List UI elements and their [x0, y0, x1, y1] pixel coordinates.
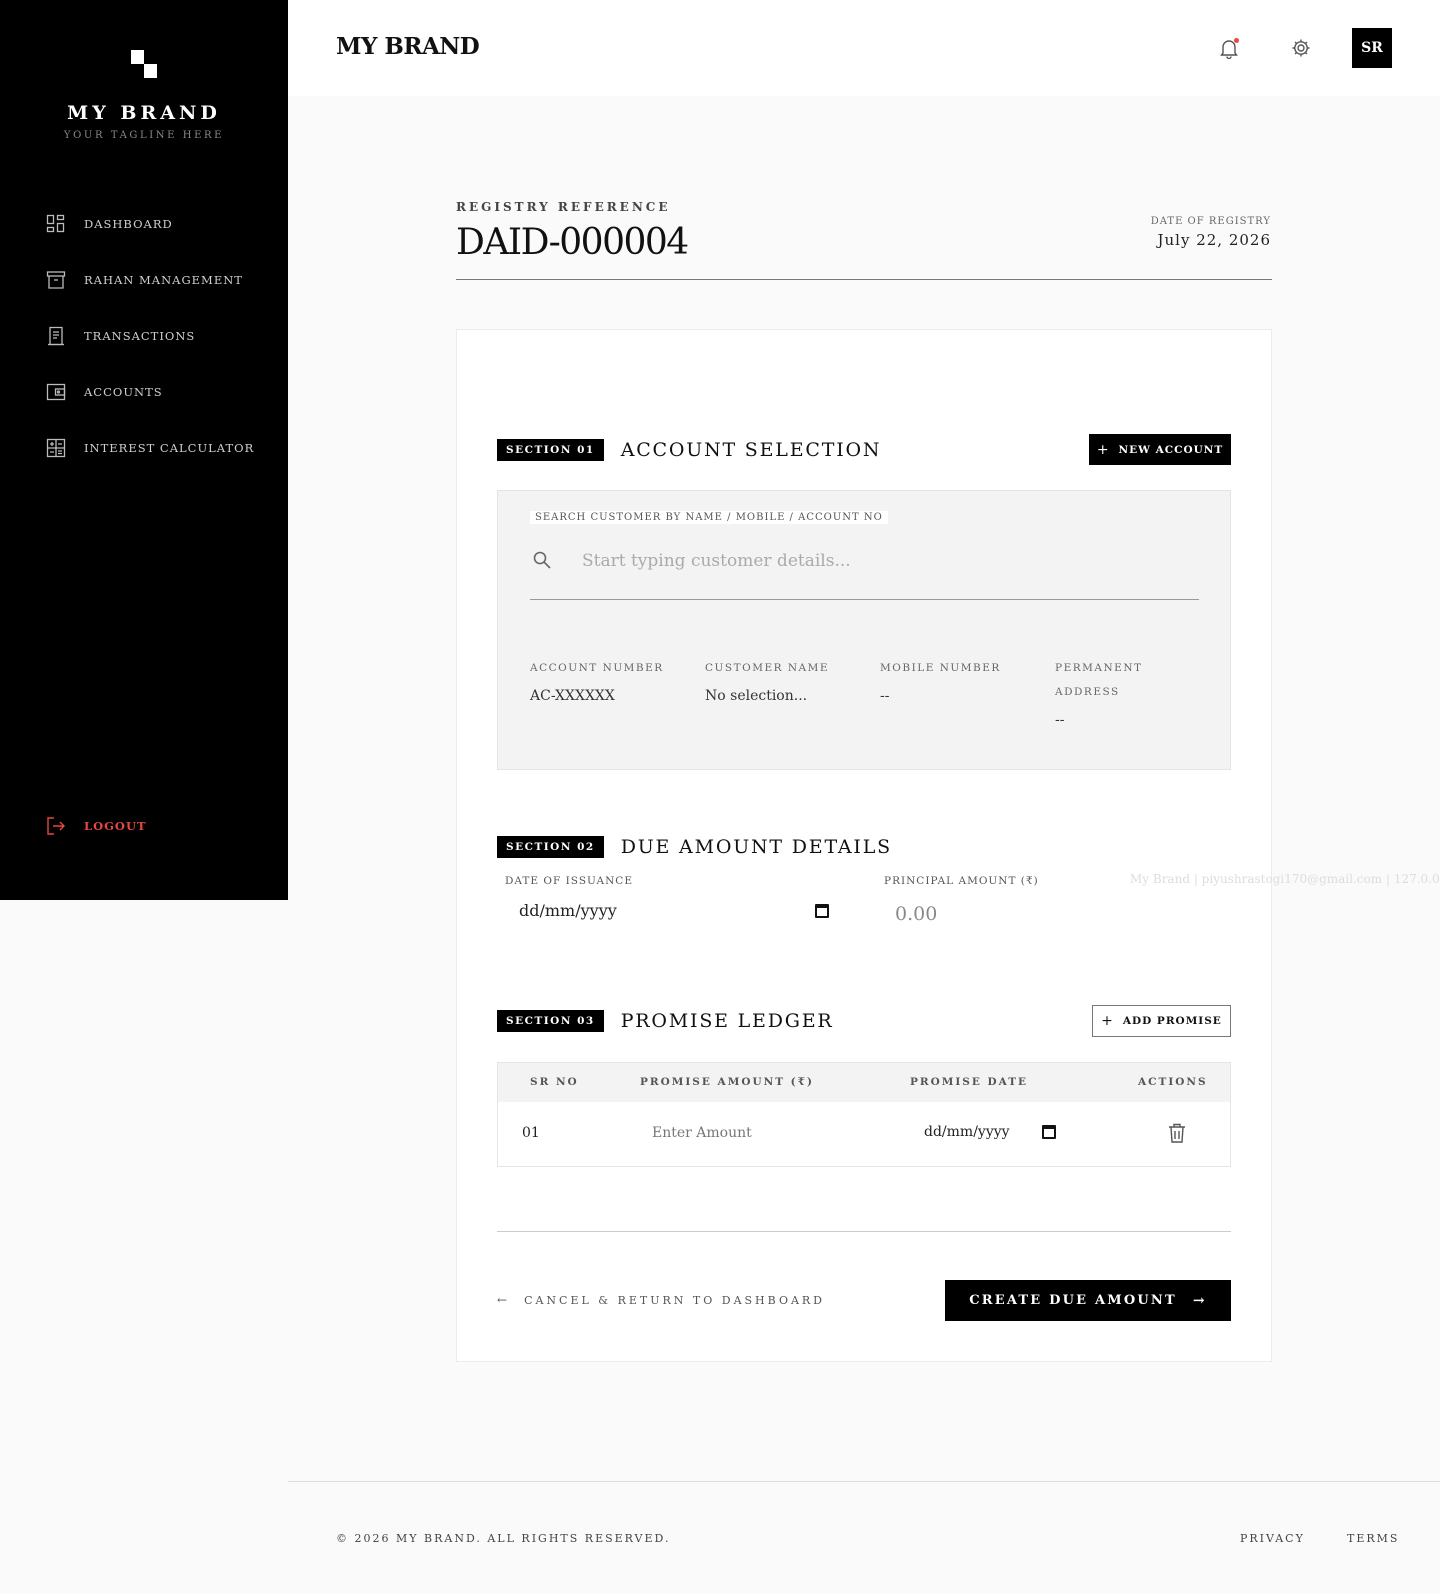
registry-reference-label: REGISTRY REFERENCE	[456, 200, 671, 214]
section-badge: SECTION 01	[497, 439, 604, 461]
principal-amount-input[interactable]	[895, 900, 1195, 928]
add-promise-label: ADD PROMISE	[1122, 1015, 1222, 1027]
sidebar-item-interest-calculator[interactable]: INTEREST CALCULATOR	[0, 420, 288, 476]
search-icon	[533, 551, 551, 569]
new-account-label: NEW ACCOUNT	[1118, 443, 1224, 456]
promise-ledger-table: SR NO PROMISE AMOUNT (₹) PROMISE DATE AC…	[497, 1062, 1231, 1167]
calendar-icon	[815, 903, 829, 918]
account-number-value: AC-XXXXXX	[530, 688, 615, 704]
footer-privacy-link[interactable]: PRIVACY	[1240, 1532, 1305, 1545]
permanent-address-field: PERMANENT ADDRESS --	[1055, 656, 1165, 728]
section-title: ACCOUNT SELECTION	[620, 439, 882, 461]
arrow-left-icon: ←	[497, 1293, 511, 1307]
principal-amount-label: PRINCIPAL AMOUNT (₹)	[884, 875, 1039, 887]
top-header: MY BRAND SR	[288, 0, 1440, 96]
sidebar-item-rahan-management[interactable]: RAHAN MANAGEMENT	[0, 252, 288, 308]
logout-button[interactable]: LOGOUT	[46, 816, 147, 836]
wallet-icon	[46, 383, 66, 401]
section-due-amount-header: SECTION 02 DUE AMOUNT DETAILS	[497, 836, 892, 858]
account-number-label: ACCOUNT NUMBER	[530, 662, 664, 674]
sidebar-item-accounts[interactable]: ACCOUNTS	[0, 364, 288, 420]
registry-date: July 22, 2026	[1157, 231, 1271, 249]
user-avatar[interactable]: SR	[1352, 28, 1392, 68]
new-account-button[interactable]: + NEW ACCOUNT	[1089, 434, 1231, 465]
sidebar: MY BRAND YOUR TAGLINE HERE DASHBOARD RAH…	[0, 0, 288, 900]
table-header: SR NO PROMISE AMOUNT (₹) PROMISE DATE AC…	[498, 1063, 1230, 1102]
plus-icon: +	[1101, 1013, 1114, 1029]
mobile-number-label: MOBILE NUMBER	[880, 662, 1001, 674]
customer-name-value: No selection...	[705, 688, 808, 704]
column-header-actions: ACTIONS	[1138, 1076, 1208, 1088]
watermark-text: My Brand | piyushrastogi170@gmail.com | …	[1130, 872, 1440, 886]
section-badge: SECTION 03	[497, 1010, 604, 1032]
cancel-label: CANCEL & RETURN TO DASHBOARD	[524, 1293, 826, 1307]
calendar-icon	[1042, 1125, 1056, 1139]
archive-icon	[46, 271, 66, 289]
account-number-field: ACCOUNT NUMBER AC-XXXXXX	[530, 656, 690, 704]
promise-amount-input[interactable]	[652, 1121, 852, 1145]
permanent-address-label: PERMANENT ADDRESS	[1055, 662, 1143, 698]
date-placeholder: dd/mm/yyyy	[519, 901, 617, 920]
section-promise-ledger-header: SECTION 03 PROMISE LEDGER	[497, 1010, 834, 1032]
promise-date-input[interactable]: dd/mm/yyyy	[924, 1124, 1056, 1140]
brand-logo-icon	[131, 50, 157, 78]
sidebar-tagline: YOUR TAGLINE HERE	[63, 130, 225, 141]
section-badge: SECTION 02	[497, 836, 604, 858]
sidebar-item-label: RAHAN MANAGEMENT	[84, 273, 243, 287]
logout-icon	[47, 817, 65, 835]
form-card: SECTION 01 ACCOUNT SELECTION + NEW ACCOU…	[456, 329, 1272, 1362]
section-title: PROMISE LEDGER	[620, 1010, 834, 1032]
mobile-number-value: --	[880, 688, 890, 704]
customer-name-label: CUSTOMER NAME	[705, 662, 830, 674]
calculator-icon	[46, 438, 66, 458]
sidebar-item-label: INTEREST CALCULATOR	[84, 441, 255, 455]
settings-button[interactable]	[1290, 37, 1312, 59]
footer-divider	[288, 1481, 1440, 1482]
cancel-return-link[interactable]: ← CANCEL & RETURN TO DASHBOARD	[497, 1293, 825, 1307]
gear-icon	[1292, 39, 1310, 57]
registry-id: DAID-000004	[456, 222, 689, 263]
date-placeholder: dd/mm/yyyy	[924, 1124, 1010, 1140]
sidebar-item-dashboard[interactable]: DASHBOARD	[0, 196, 288, 252]
sidebar-item-transactions[interactable]: TRANSACTIONS	[0, 308, 288, 364]
page-brand-title: MY BRAND	[336, 33, 480, 60]
date-of-issuance-input[interactable]: dd/mm/yyyy	[519, 901, 829, 920]
sidebar-item-label: ACCOUNTS	[84, 385, 163, 399]
customer-name-field: CUSTOMER NAME No selection...	[705, 656, 865, 704]
search-underline	[530, 599, 1199, 600]
plus-icon: +	[1096, 441, 1110, 458]
actions-divider	[497, 1231, 1231, 1232]
add-promise-button[interactable]: + ADD PROMISE	[1092, 1005, 1231, 1037]
footer-terms-link[interactable]: TERMS	[1347, 1532, 1399, 1545]
row-sr-no: 01	[522, 1125, 540, 1141]
grid-icon	[46, 214, 65, 233]
notification-dot	[1234, 38, 1239, 43]
sidebar-item-label: TRANSACTIONS	[84, 329, 196, 343]
search-label: SEARCH CUSTOMER BY NAME / MOBILE / ACCOU…	[530, 511, 888, 524]
customer-search-input[interactable]	[582, 547, 1182, 575]
column-header-promise-date: PROMISE DATE	[910, 1076, 1029, 1088]
column-header-sr-no: SR NO	[530, 1076, 579, 1088]
notification-button[interactable]	[1218, 37, 1240, 60]
sidebar-item-label: DASHBOARD	[84, 217, 173, 231]
logout-label: LOGOUT	[84, 819, 147, 833]
permanent-address-value: --	[1055, 712, 1065, 728]
date-of-issuance-label: DATE OF ISSUANCE	[505, 875, 634, 887]
mobile-number-field: MOBILE NUMBER --	[880, 656, 1040, 704]
sidebar-nav: DASHBOARD RAHAN MANAGEMENT TRANSACTIONS …	[0, 196, 288, 476]
column-header-promise-amount: PROMISE AMOUNT (₹)	[640, 1076, 814, 1088]
create-due-amount-button[interactable]: CREATE DUE AMOUNT →	[945, 1280, 1231, 1321]
registry-date-label: DATE OF REGISTRY	[1150, 216, 1271, 227]
create-label: CREATE DUE AMOUNT	[969, 1293, 1177, 1308]
registry-divider	[456, 279, 1272, 280]
customer-search-panel: SEARCH CUSTOMER BY NAME / MOBILE / ACCOU…	[497, 490, 1231, 770]
receipt-icon	[48, 326, 64, 346]
section-account-selection-header: SECTION 01 ACCOUNT SELECTION	[497, 439, 881, 461]
arrow-right-icon: →	[1192, 1292, 1207, 1309]
footer-copyright: © 2026 MY BRAND. ALL RIGHTS RESERVED.	[336, 1532, 671, 1545]
section-title: DUE AMOUNT DETAILS	[620, 836, 892, 858]
sidebar-brand-name: MY BRAND	[67, 102, 221, 124]
trash-icon[interactable]	[1168, 1123, 1186, 1143]
